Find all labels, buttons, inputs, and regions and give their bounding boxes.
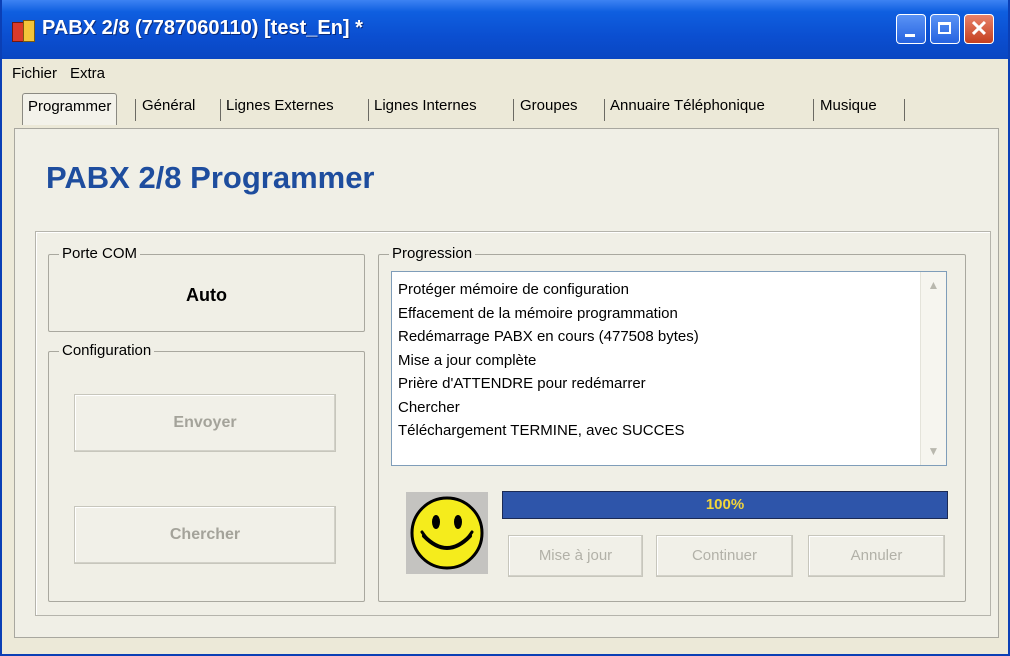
progress-log-lines: Protéger mémoire de configuration Efface… — [398, 278, 908, 443]
configuration-legend: Configuration — [59, 342, 155, 359]
tab-divider — [604, 99, 605, 121]
cancel-button[interactable]: Annuler — [808, 535, 945, 577]
com-port-legend: Porte COM — [59, 245, 141, 262]
log-line: Chercher — [398, 398, 460, 416]
tab-groupes[interactable]: Groupes — [520, 97, 578, 123]
scroll-down-icon[interactable]: ▼ — [924, 442, 943, 461]
tab-strip: Programmer Général Lignes Externes Ligne… — [2, 89, 1008, 129]
tab-divider — [220, 99, 221, 121]
send-button[interactable]: Envoyer — [74, 394, 336, 452]
maximize-button[interactable] — [930, 14, 960, 44]
scroll-up-icon[interactable]: ▲ — [924, 276, 943, 295]
menu-fichier[interactable]: Fichier — [12, 65, 57, 82]
log-line: Mise a jour complète — [398, 351, 537, 369]
tab-divider — [813, 99, 814, 121]
com-port-value: Auto — [186, 285, 227, 305]
log-line: Prière d'ATTENDRE pour redémarrer — [398, 375, 646, 392]
tab-general[interactable]: Général — [142, 97, 195, 123]
com-port-group: Porte COM Auto — [48, 245, 365, 332]
progress-bar: 100% — [502, 491, 948, 519]
tab-divider — [513, 99, 514, 121]
tab-lignes-internes[interactable]: Lignes Internes — [374, 97, 477, 123]
tab-divider — [368, 99, 369, 121]
main-window: PABX 2/8 (7787060110) [test_En] * ✕ Fich… — [0, 0, 1010, 656]
continue-button[interactable]: Continuer — [656, 535, 793, 577]
app-icon — [12, 20, 36, 42]
tab-programmer[interactable]: Programmer — [22, 93, 118, 125]
window-title: PABX 2/8 (7787060110) [test_En] * — [42, 17, 363, 39]
configuration-group: Configuration — [48, 342, 365, 602]
menu-extra[interactable]: Extra — [70, 65, 105, 82]
tab-musique[interactable]: Musique — [820, 97, 877, 123]
progress-legend: Progression — [389, 245, 476, 262]
close-button[interactable]: ✕ — [964, 14, 994, 44]
minimize-button[interactable] — [896, 14, 926, 44]
progress-percent: 100% — [705, 496, 745, 513]
search-button[interactable]: Chercher — [74, 506, 336, 564]
menu-bar: Fichier Extra — [2, 59, 1008, 89]
log-line: Téléchargement TERMINE, avec SUCCES — [398, 422, 685, 439]
title-bar[interactable]: PABX 2/8 (7787060110) [test_En] * ✕ — [2, 0, 1008, 59]
tab-divider — [904, 99, 905, 121]
log-line: Effacement de la mémoire programmation — [398, 304, 678, 322]
tab-lignes-externes[interactable]: Lignes Externes — [226, 97, 334, 123]
update-button[interactable]: Mise à jour — [508, 535, 643, 577]
smiley-icon — [410, 496, 484, 570]
log-scrollbar[interactable]: ▲ ▼ — [920, 272, 946, 465]
page-title: PABX 2/8 Programmer — [46, 160, 375, 195]
tab-annuaire[interactable]: Annuaire Téléphonique — [610, 97, 765, 123]
log-line: Redémarrage PABX en cours (477508 bytes) — [398, 328, 699, 345]
status-smiley — [406, 492, 488, 574]
close-icon: ✕ — [969, 16, 989, 41]
tab-divider — [135, 99, 136, 121]
log-line: Protéger mémoire de configuration — [398, 281, 629, 298]
progress-log[interactable]: Protéger mémoire de configuration Efface… — [391, 271, 947, 466]
